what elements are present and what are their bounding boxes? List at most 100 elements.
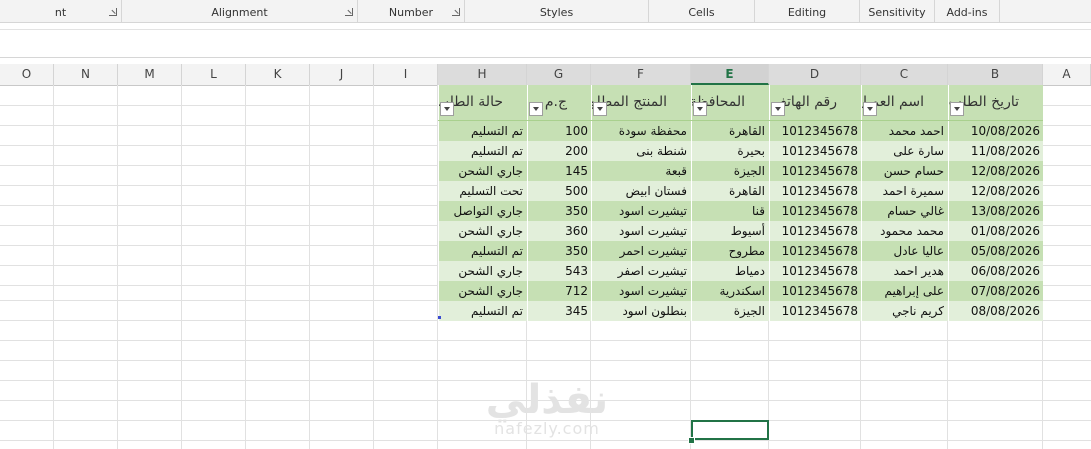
table-cell-order-date[interactable]: 05/08/2026 <box>948 241 1043 261</box>
filter-dropdown-icon[interactable] <box>529 102 543 116</box>
table-cell-product[interactable]: تيشيرت اسود <box>591 221 691 241</box>
table-cell-product[interactable]: شنطة بنى <box>591 141 691 161</box>
table-cell-product[interactable]: محفظة سودة <box>591 121 691 141</box>
column-header-o[interactable]: O <box>0 64 54 85</box>
table-cell-order-date[interactable]: 07/08/2026 <box>948 281 1043 301</box>
table-cell-status[interactable]: تم التسليم <box>438 141 527 161</box>
table-cell-phone[interactable]: 1012345678 <box>769 281 861 301</box>
table-cell-governorate[interactable]: الجيزة <box>691 161 769 181</box>
table-cell-order-date[interactable]: 13/08/2026 <box>948 201 1043 221</box>
table-cell-order-date[interactable]: 06/08/2026 <box>948 261 1043 281</box>
table-cell-price[interactable]: 712 <box>527 281 591 301</box>
fill-handle[interactable] <box>688 437 695 444</box>
column-header-a[interactable]: A <box>1043 64 1091 85</box>
dialog-launcher-icon[interactable] <box>452 8 460 16</box>
table-cell-phone[interactable]: 1012345678 <box>769 181 861 201</box>
table-cell-governorate[interactable]: أسيوط <box>691 221 769 241</box>
table-cell-customer[interactable]: حسام حسن <box>861 161 948 181</box>
table-cell-order-date[interactable]: 12/08/2026 <box>948 161 1043 181</box>
column-header-h[interactable]: H <box>438 64 527 85</box>
dialog-launcher-icon[interactable] <box>345 8 353 16</box>
table-cell-price[interactable]: 500 <box>527 181 591 201</box>
table-cell-price[interactable]: 345 <box>527 301 591 321</box>
filter-dropdown-icon[interactable] <box>593 102 607 116</box>
column-header-i[interactable]: I <box>374 64 438 85</box>
table-cell-order-date[interactable]: 01/08/2026 <box>948 221 1043 241</box>
table-cell-governorate[interactable]: اسكندرية <box>691 281 769 301</box>
table-cell-status[interactable]: جاري الشحن <box>438 261 527 281</box>
column-header-k[interactable]: K <box>246 64 310 85</box>
table-cell-product[interactable]: تيشيرت اسود <box>591 201 691 221</box>
table-cell-phone[interactable]: 1012345678 <box>769 121 861 141</box>
table-cell-phone[interactable]: 1012345678 <box>769 161 861 181</box>
column-header-b[interactable]: B <box>948 64 1043 85</box>
filter-dropdown-icon[interactable] <box>863 102 877 116</box>
table-cell-customer[interactable]: على إبراهيم <box>861 281 948 301</box>
table-cell-order-date[interactable]: 08/08/2026 <box>948 301 1043 321</box>
table-cell-status[interactable]: جاري التواصل <box>438 201 527 221</box>
filter-dropdown-icon[interactable] <box>771 102 785 116</box>
column-header-row: ONMLKJIHGFEDCBA <box>0 64 1091 86</box>
table-cell-customer[interactable]: غالي حسام <box>861 201 948 221</box>
table-cell-price[interactable]: 360 <box>527 221 591 241</box>
table-cell-status[interactable]: تم التسليم <box>438 301 527 321</box>
table-cell-product[interactable]: تيشيرت اصفر <box>591 261 691 281</box>
table-cell-product[interactable]: بنطلون اسود <box>591 301 691 321</box>
table-resize-handle[interactable] <box>438 316 441 319</box>
column-header-e[interactable]: E <box>691 64 769 85</box>
table-cell-customer[interactable]: عاليا عادل <box>861 241 948 261</box>
table-cell-price[interactable]: 350 <box>527 201 591 221</box>
table-cell-order-date[interactable]: 10/08/2026 <box>948 121 1043 141</box>
filter-dropdown-icon[interactable] <box>950 102 964 116</box>
table-cell-customer[interactable]: كريم ناجي <box>861 301 948 321</box>
table-cell-phone[interactable]: 1012345678 <box>769 201 861 221</box>
active-cell-selection[interactable] <box>691 420 769 440</box>
table-cell-phone[interactable]: 1012345678 <box>769 301 861 321</box>
table-cell-status[interactable]: تم التسليم <box>438 241 527 261</box>
table-cell-phone[interactable]: 1012345678 <box>769 141 861 161</box>
ribbon-group-add-ins: Add-ins <box>935 0 1000 22</box>
table-cell-phone[interactable]: 1012345678 <box>769 221 861 241</box>
table-cell-governorate[interactable]: مطروح <box>691 241 769 261</box>
table-cell-governorate[interactable]: القاهرة <box>691 121 769 141</box>
filter-dropdown-icon[interactable] <box>440 102 454 116</box>
table-cell-price[interactable]: 543 <box>527 261 591 281</box>
column-header-l[interactable]: L <box>182 64 246 85</box>
table-cell-customer[interactable]: محمد محمود <box>861 221 948 241</box>
table-cell-order-date[interactable]: 11/08/2026 <box>948 141 1043 161</box>
table-cell-governorate[interactable]: قنا <box>691 201 769 221</box>
table-cell-governorate[interactable]: بحيرة <box>691 141 769 161</box>
filter-dropdown-icon[interactable] <box>693 102 707 116</box>
column-header-g[interactable]: G <box>527 64 591 85</box>
table-cell-product[interactable]: فستان ابيض <box>591 181 691 201</box>
table-cell-status[interactable]: جاري الشحن <box>438 221 527 241</box>
table-cell-product[interactable]: تيشيرت اسود <box>591 281 691 301</box>
table-cell-customer[interactable]: سارة على <box>861 141 948 161</box>
table-cell-customer[interactable]: احمد محمد <box>861 121 948 141</box>
table-cell-price[interactable]: 100 <box>527 121 591 141</box>
table-cell-status[interactable]: جاري الشحن <box>438 281 527 301</box>
column-header-f[interactable]: F <box>591 64 691 85</box>
table-cell-status[interactable]: جاري الشحن <box>438 161 527 181</box>
table-cell-phone[interactable]: 1012345678 <box>769 241 861 261</box>
table-cell-product[interactable]: قبعة <box>591 161 691 181</box>
table-cell-status[interactable]: تم التسليم <box>438 121 527 141</box>
column-header-c[interactable]: C <box>861 64 948 85</box>
table-cell-product[interactable]: تيشيرت احمر <box>591 241 691 261</box>
table-cell-status[interactable]: تحت التسليم <box>438 181 527 201</box>
table-cell-price[interactable]: 350 <box>527 241 591 261</box>
table-cell-order-date[interactable]: 12/08/2026 <box>948 181 1043 201</box>
table-cell-customer[interactable]: هدير احمد <box>861 261 948 281</box>
column-header-m[interactable]: M <box>118 64 182 85</box>
column-header-n[interactable]: N <box>54 64 118 85</box>
table-cell-governorate[interactable]: القاهرة <box>691 181 769 201</box>
table-cell-governorate[interactable]: دمياط <box>691 261 769 281</box>
column-header-j[interactable]: J <box>310 64 374 85</box>
table-cell-price[interactable]: 200 <box>527 141 591 161</box>
table-cell-customer[interactable]: سميرة احمد <box>861 181 948 201</box>
dialog-launcher-icon[interactable] <box>109 8 117 16</box>
table-cell-phone[interactable]: 1012345678 <box>769 261 861 281</box>
table-cell-governorate[interactable]: الجيزة <box>691 301 769 321</box>
column-header-d[interactable]: D <box>769 64 861 85</box>
table-cell-price[interactable]: 145 <box>527 161 591 181</box>
